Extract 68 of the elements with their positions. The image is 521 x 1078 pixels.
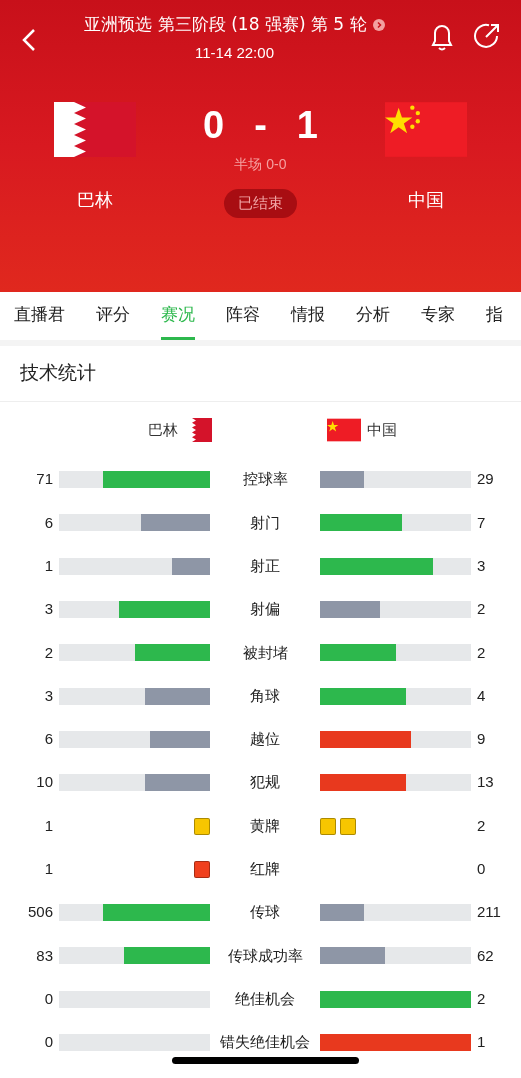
stat-value: 6 — [43, 729, 54, 750]
stat-value: 1 — [43, 859, 54, 880]
score-separator: - — [254, 106, 267, 144]
stat-value: 2 — [476, 599, 486, 620]
match-title: 亚洲预选 第三阶段 (18 强赛) 第 5 轮 — [84, 13, 367, 36]
bell-icon[interactable] — [429, 22, 455, 52]
chevron-right-icon[interactable] — [372, 18, 385, 31]
stat-value: 2 — [476, 642, 486, 663]
stat-value: 3 — [476, 556, 486, 576]
stat-value: 3 — [43, 599, 54, 620]
share-icon[interactable] — [473, 22, 501, 50]
stat-value: 2 — [476, 988, 486, 1009]
flag-icon — [385, 102, 467, 157]
section-title: 技术统计 — [20, 361, 96, 386]
stat-value: 83 — [35, 945, 54, 966]
stat-label: 红牌 — [250, 859, 280, 880]
stat-label: 被封堵 — [242, 642, 288, 663]
home-score: 0 — [203, 106, 225, 144]
stat-label: 传球成功率 — [227, 945, 303, 966]
stat-value: 2 — [476, 815, 486, 836]
stat-label: 犯规 — [250, 772, 280, 793]
tab[interactable]: 评分 — [96, 292, 130, 340]
stat-value: 9 — [476, 729, 486, 750]
stat-value: 211 — [476, 902, 501, 923]
stat-value: 62 — [476, 945, 494, 966]
stat-value: 506 — [26, 902, 54, 923]
match-time: 11-14 22:00 — [195, 42, 274, 63]
status-badge: 已结束 — [224, 189, 297, 218]
stat-value: 3 — [43, 685, 54, 706]
stat-value: 1 — [43, 815, 54, 836]
stat-value: 7 — [476, 512, 486, 533]
stat-label: 控球率 — [242, 469, 288, 490]
tab[interactable]: 直播君 — [14, 292, 65, 340]
team-name: 巴林 — [148, 419, 178, 440]
team-name: 巴林 — [77, 189, 113, 212]
halftime-score: 半场 0-0 — [234, 155, 287, 174]
stat-value: 0 — [43, 1032, 54, 1053]
stat-value: 2 — [43, 642, 54, 663]
stat-label: 射门 — [250, 512, 280, 533]
away-score: 1 — [296, 106, 318, 144]
team-name: 中国 — [408, 189, 444, 212]
stat-value: 1 — [43, 556, 54, 576]
team-name: 中国 — [367, 419, 397, 440]
stat-label: 传球 — [250, 902, 280, 923]
stat-value: 29 — [476, 469, 494, 490]
stat-value: 0 — [43, 988, 54, 1009]
flag-icon — [327, 418, 361, 442]
stat-label: 黄牌 — [250, 815, 280, 836]
stat-value: 0 — [476, 859, 486, 880]
tab[interactable]: 指 — [486, 292, 503, 340]
tab[interactable]: 分析 — [356, 292, 390, 340]
tab[interactable]: 专家 — [421, 292, 455, 340]
stat-label: 越位 — [250, 729, 280, 750]
stat-value: 13 — [476, 772, 494, 793]
stat-label: 角球 — [250, 685, 280, 706]
flag-icon — [54, 102, 136, 157]
tab[interactable]: 情报 — [291, 292, 325, 340]
stat-label: 错失绝佳机会 — [220, 1032, 310, 1053]
stat-label: 绝佳机会 — [235, 988, 295, 1009]
stat-value: 71 — [35, 469, 54, 490]
flag-icon — [188, 418, 212, 442]
stat-value: 1 — [476, 1032, 486, 1053]
stat-label: 射正 — [250, 556, 280, 576]
stat-value: 6 — [43, 512, 54, 533]
stat-value: 10 — [35, 772, 54, 793]
stat-value: 4 — [476, 685, 486, 706]
stat-label: 射偏 — [250, 599, 280, 620]
tab[interactable]: 阵容 — [226, 292, 260, 340]
